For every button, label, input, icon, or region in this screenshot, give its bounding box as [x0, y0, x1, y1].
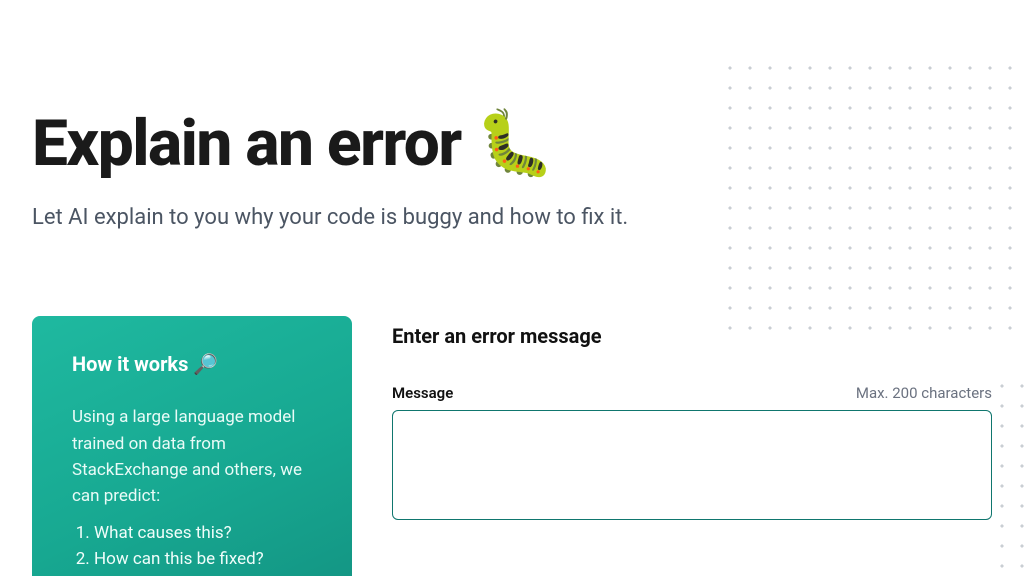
char-limit-hint: Max. 200 characters	[856, 384, 992, 402]
message-input[interactable]	[392, 410, 992, 520]
page-title: Explain an error 🐛	[32, 110, 992, 177]
card-body: Using a large language model trained on …	[72, 404, 312, 509]
hero-section: Explain an error 🐛 Let AI explain to you…	[32, 0, 992, 230]
card-list: What causes this? How can this be fixed?	[72, 520, 312, 573]
list-item: What causes this?	[94, 520, 312, 546]
card-title: How it works 🔎	[72, 352, 312, 376]
error-form: Enter an error message Message Max. 200 …	[392, 316, 992, 520]
how-it-works-card: How it works 🔎 Using a large language mo…	[32, 316, 352, 576]
list-item: How can this be fixed?	[94, 546, 312, 572]
page-subtitle: Let AI explain to you why your code is b…	[32, 205, 992, 230]
message-label: Message	[392, 384, 453, 402]
form-heading: Enter an error message	[392, 324, 992, 348]
